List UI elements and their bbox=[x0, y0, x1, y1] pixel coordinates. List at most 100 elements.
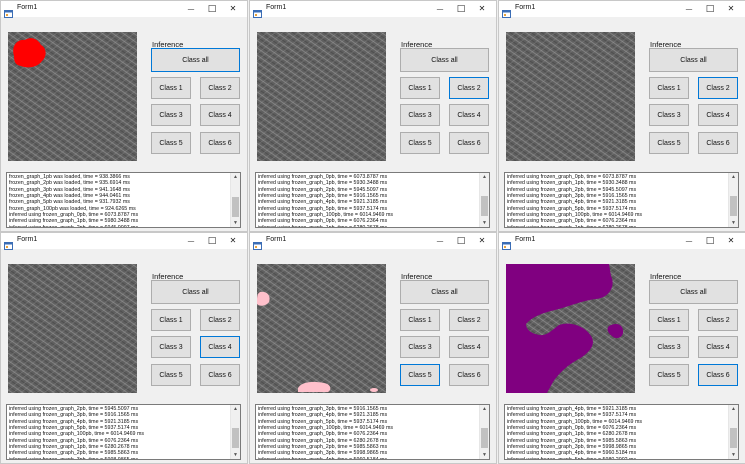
title-bar[interactable]: Form1 — □ ✕ bbox=[250, 1, 496, 18]
scroll-down-icon[interactable]: ▼ bbox=[231, 451, 240, 459]
class-6-button[interactable]: Class 6 bbox=[449, 364, 489, 386]
scroll-up-icon[interactable]: ▲ bbox=[480, 173, 489, 181]
class-4-button[interactable]: Class 4 bbox=[200, 336, 240, 358]
scroll-up-icon[interactable]: ▲ bbox=[729, 173, 738, 181]
minimize-icon[interactable]: — bbox=[679, 2, 699, 16]
scroll-up-icon[interactable]: ▲ bbox=[231, 405, 240, 413]
minimize-icon[interactable]: — bbox=[181, 234, 201, 248]
scroll-thumb[interactable] bbox=[232, 428, 239, 448]
class-5-button[interactable]: Class 5 bbox=[400, 132, 440, 154]
class-2-button[interactable]: Class 2 bbox=[200, 309, 240, 331]
class-4-button[interactable]: Class 4 bbox=[698, 336, 738, 358]
maximize-icon[interactable]: □ bbox=[202, 2, 222, 16]
output-log[interactable]: inferred using frozen_graph_3pb, time = … bbox=[255, 404, 490, 460]
class-4-button[interactable]: Class 4 bbox=[449, 104, 489, 126]
class-1-button[interactable]: Class 1 bbox=[400, 309, 440, 331]
output-log[interactable]: frozen_graph_1pb was loaded, time = 938.… bbox=[6, 172, 241, 228]
class-5-button[interactable]: Class 5 bbox=[151, 132, 191, 154]
scroll-thumb[interactable] bbox=[730, 196, 737, 216]
title-bar[interactable]: Form1 — □ ✕ bbox=[499, 1, 745, 18]
vertical-scrollbar[interactable]: ▲ ▼ bbox=[479, 405, 489, 459]
class-2-button[interactable]: Class 2 bbox=[449, 309, 489, 331]
maximize-icon[interactable]: □ bbox=[700, 2, 720, 16]
class-3-button[interactable]: Class 3 bbox=[400, 336, 440, 358]
class-2-button[interactable]: Class 2 bbox=[698, 77, 738, 99]
close-icon[interactable]: ✕ bbox=[721, 2, 741, 16]
scroll-up-icon[interactable]: ▲ bbox=[231, 173, 240, 181]
scroll-thumb[interactable] bbox=[730, 428, 737, 448]
scroll-up-icon[interactable]: ▲ bbox=[729, 405, 738, 413]
output-log[interactable]: inferred using frozen_graph_0pb, time = … bbox=[255, 172, 490, 228]
class-6-button[interactable]: Class 6 bbox=[200, 132, 240, 154]
class-1-button[interactable]: Class 1 bbox=[151, 309, 191, 331]
scroll-down-icon[interactable]: ▼ bbox=[729, 451, 738, 459]
class-3-button[interactable]: Class 3 bbox=[649, 104, 689, 126]
title-bar[interactable]: Form1 — □ ✕ bbox=[1, 233, 247, 250]
scroll-down-icon[interactable]: ▼ bbox=[729, 219, 738, 227]
class-3-button[interactable]: Class 3 bbox=[400, 104, 440, 126]
close-icon[interactable]: ✕ bbox=[721, 234, 741, 248]
class-2-button[interactable]: Class 2 bbox=[698, 309, 738, 331]
vertical-scrollbar[interactable]: ▲ ▼ bbox=[230, 173, 240, 227]
class-3-button[interactable]: Class 3 bbox=[151, 104, 191, 126]
class-3-button[interactable]: Class 3 bbox=[649, 336, 689, 358]
class-4-button[interactable]: Class 4 bbox=[698, 104, 738, 126]
class-5-button[interactable]: Class 5 bbox=[649, 364, 689, 386]
class-6-button[interactable]: Class 6 bbox=[200, 364, 240, 386]
class-6-button[interactable]: Class 6 bbox=[449, 132, 489, 154]
scroll-up-icon[interactable]: ▲ bbox=[480, 405, 489, 413]
class-all-button[interactable]: Class all bbox=[649, 48, 738, 72]
class-all-button[interactable]: Class all bbox=[649, 280, 738, 304]
maximize-icon[interactable]: □ bbox=[451, 2, 471, 16]
scroll-down-icon[interactable]: ▼ bbox=[231, 219, 240, 227]
class-4-button[interactable]: Class 4 bbox=[449, 336, 489, 358]
minimize-icon[interactable]: — bbox=[430, 234, 450, 248]
class-3-button[interactable]: Class 3 bbox=[151, 336, 191, 358]
class-6-button[interactable]: Class 6 bbox=[698, 364, 738, 386]
class-all-button[interactable]: Class all bbox=[400, 48, 489, 72]
class-all-button[interactable]: Class all bbox=[151, 48, 240, 72]
class-6-button[interactable]: Class 6 bbox=[698, 132, 738, 154]
class-4-button[interactable]: Class 4 bbox=[200, 104, 240, 126]
output-log[interactable]: inferred using frozen_graph_4pb, time = … bbox=[504, 404, 739, 460]
minimize-icon[interactable]: — bbox=[430, 2, 450, 16]
class-1-button[interactable]: Class 1 bbox=[151, 77, 191, 99]
close-icon[interactable]: ✕ bbox=[223, 2, 243, 16]
class-2-button[interactable]: Class 2 bbox=[449, 77, 489, 99]
class-1-button[interactable]: Class 1 bbox=[649, 309, 689, 331]
scroll-thumb[interactable] bbox=[232, 197, 239, 217]
vertical-scrollbar[interactable]: ▲ ▼ bbox=[479, 173, 489, 227]
vertical-scrollbar[interactable]: ▲ ▼ bbox=[230, 405, 240, 459]
class-5-button[interactable]: Class 5 bbox=[151, 364, 191, 386]
minimize-icon[interactable]: — bbox=[181, 2, 201, 16]
scroll-thumb[interactable] bbox=[481, 196, 488, 216]
close-icon[interactable]: ✕ bbox=[472, 234, 492, 248]
title-bar[interactable]: Form1 — □ ✕ bbox=[250, 233, 496, 250]
class-1-button[interactable]: Class 1 bbox=[649, 77, 689, 99]
vertical-scrollbar[interactable]: ▲ ▼ bbox=[728, 405, 738, 459]
close-icon[interactable]: ✕ bbox=[472, 2, 492, 16]
maximize-icon[interactable]: □ bbox=[700, 234, 720, 248]
log-line: inferred using frozen_graph_2pb, time = … bbox=[9, 224, 139, 228]
scroll-down-icon[interactable]: ▼ bbox=[480, 219, 489, 227]
maximize-icon[interactable]: □ bbox=[451, 234, 471, 248]
log-line: inferred using frozen_graph_1pb, time = … bbox=[507, 224, 637, 228]
output-log[interactable]: inferred using frozen_graph_2pb, time = … bbox=[6, 404, 241, 460]
class-1-button[interactable]: Class 1 bbox=[400, 77, 440, 99]
form-window: Form1— □ ✕ Inference Class all Class 1 Class 2… bbox=[498, 0, 745, 232]
title-bar[interactable]: Form1 — □ ✕ bbox=[1, 1, 247, 18]
class-all-button[interactable]: Class all bbox=[151, 280, 240, 304]
class-2-button[interactable]: Class 2 bbox=[200, 77, 240, 99]
class-5-button[interactable]: Class 5 bbox=[649, 132, 689, 154]
output-log[interactable]: inferred using frozen_graph_0pb, time = … bbox=[504, 172, 739, 228]
minimize-icon[interactable]: — bbox=[679, 234, 699, 248]
scroll-thumb[interactable] bbox=[481, 428, 488, 448]
scroll-down-icon[interactable]: ▼ bbox=[480, 451, 489, 459]
maximize-icon[interactable]: □ bbox=[202, 234, 222, 248]
log-line: inferred using frozen_graph_3pb, time = … bbox=[9, 456, 139, 460]
close-icon[interactable]: ✕ bbox=[223, 234, 243, 248]
vertical-scrollbar[interactable]: ▲ ▼ bbox=[728, 173, 738, 227]
title-bar[interactable]: Form1 — □ ✕ bbox=[499, 233, 745, 250]
class-5-button[interactable]: Class 5 bbox=[400, 364, 440, 386]
class-all-button[interactable]: Class all bbox=[400, 280, 489, 304]
